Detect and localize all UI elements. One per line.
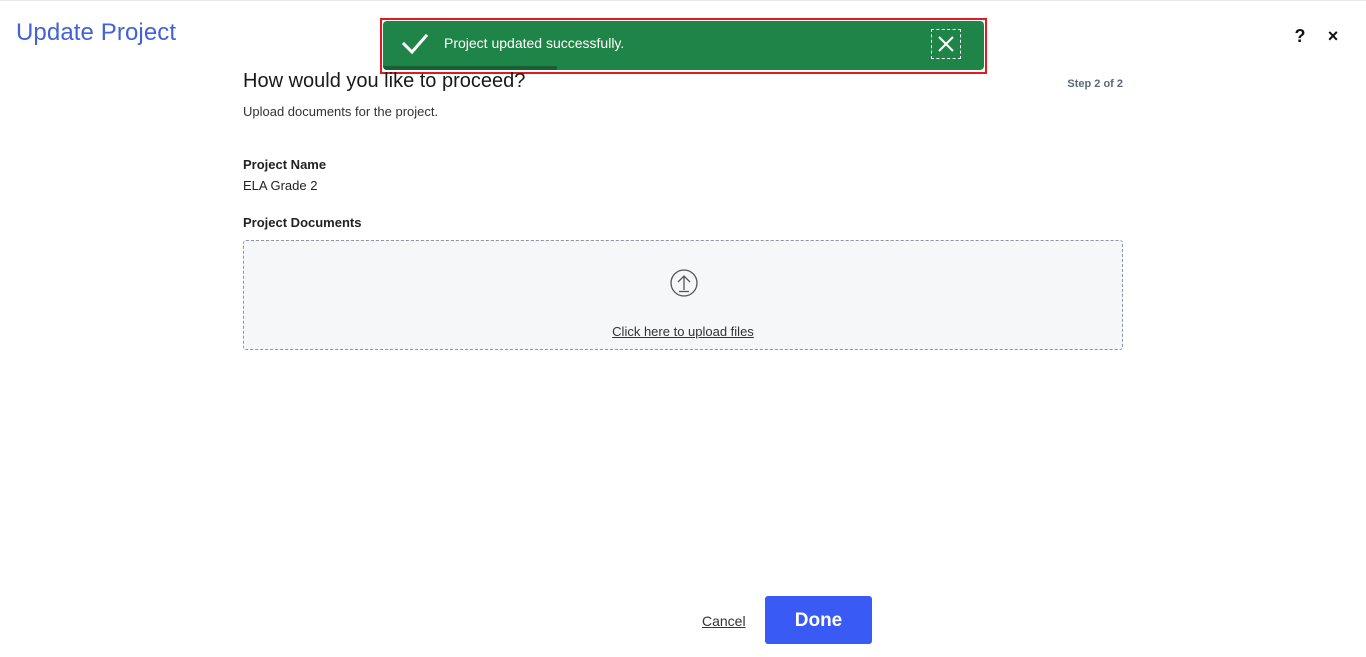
upload-files-link[interactable]: Click here to upload files [244,324,1122,339]
toast-close-button[interactable] [931,29,961,59]
project-name-value: ELA Grade 2 [243,178,318,193]
step-subtitle: Upload documents for the project. [243,104,439,119]
project-documents-label: Project Documents [243,215,362,230]
toast-message: Project updated successfully. [444,35,625,51]
step-title: How would you like to proceed? [243,70,526,92]
page-title: Update Project [16,19,177,46]
update-project-dialog: Update Project ? × Project updated succe… [0,0,1366,657]
cancel-button[interactable]: Cancel [702,613,746,629]
check-icon [402,33,428,55]
help-button[interactable]: ? [1291,25,1309,47]
upload-icon [670,269,698,297]
success-toast: Project updated successfully. [383,21,984,70]
step-indicator: Step 2 of 2 [1067,78,1123,90]
project-name-label: Project Name [243,157,327,172]
upload-dropzone[interactable]: Click here to upload files [243,240,1123,350]
close-icon [938,36,954,52]
done-button[interactable]: Done [765,596,872,644]
close-dialog-button[interactable]: × [1324,25,1342,47]
